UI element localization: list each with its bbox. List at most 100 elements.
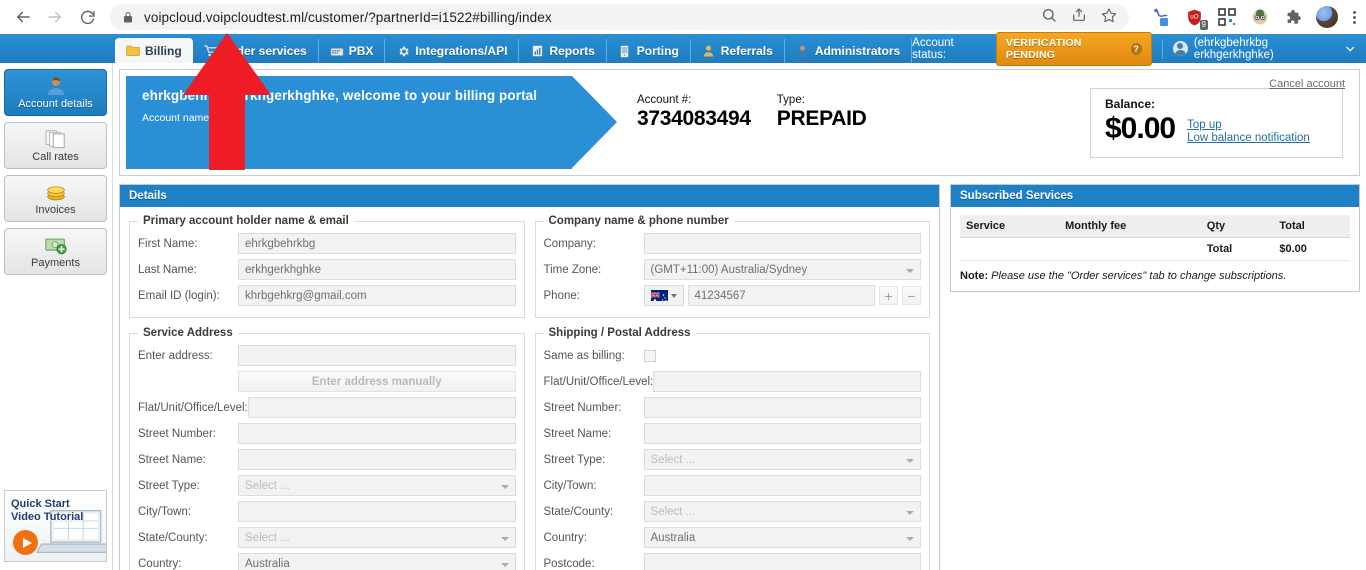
address-bar[interactable]: voipcloud.voipcloudtest.ml/customer/?par… xyxy=(110,4,1129,30)
search-icon[interactable] xyxy=(1041,7,1057,28)
email-field[interactable]: khrbgehkrg@gmail.com xyxy=(238,285,516,306)
kebab-menu-icon[interactable] xyxy=(1351,10,1358,24)
enter-address-manually-button[interactable]: Enter address manually xyxy=(238,371,516,392)
character-extension-icon[interactable] xyxy=(1250,7,1270,27)
ship-state-select[interactable]: Select ... xyxy=(643,501,921,522)
ship-flat-input[interactable] xyxy=(653,371,921,392)
add-phone-button[interactable]: + xyxy=(879,286,898,305)
panels-row: Details Primary account holder name & em… xyxy=(119,184,1360,570)
first-name-input[interactable]: ehrkgbehrkbg xyxy=(238,233,516,254)
svc-street-number-input[interactable] xyxy=(238,423,516,444)
status-badge[interactable]: VERIFICATION PENDING ? xyxy=(995,31,1152,66)
ship-street-number-label: Street Number: xyxy=(543,401,622,414)
phone-label: Phone: xyxy=(543,289,580,302)
tab-porting[interactable]: Porting xyxy=(607,39,691,63)
ship-street-type-select[interactable]: Select ... xyxy=(643,449,921,470)
reload-icon[interactable] xyxy=(72,2,102,32)
main-tabs: Billing Order services PBX Integrations/… xyxy=(115,34,913,63)
folder-icon xyxy=(126,44,140,57)
tab-administrators[interactable]: Administrators xyxy=(785,39,913,63)
ship-postcode-row: Postcode: xyxy=(543,552,921,570)
tab-referrals[interactable]: Referrals xyxy=(691,39,785,63)
play-button-icon[interactable] xyxy=(13,530,38,555)
cancel-account-link[interactable]: Cancel account xyxy=(1269,78,1345,90)
mobile-phone-icon xyxy=(618,44,632,58)
tab-billing[interactable]: Billing xyxy=(115,38,193,63)
url-text: voipcloud.voipcloudtest.ml/customer/?par… xyxy=(144,9,552,25)
col-service: Service xyxy=(960,215,1060,238)
tab-pbx-label: PBX xyxy=(348,44,374,58)
table-header-row: Service Monthly fee Qty Total xyxy=(960,215,1350,238)
details-panel-title: Details xyxy=(120,185,939,207)
svc-enter-address-row: Enter address: xyxy=(138,344,516,367)
remove-phone-button[interactable]: − xyxy=(902,286,921,305)
puzzle-extensions-icon[interactable] xyxy=(1283,7,1303,27)
svc-city-input[interactable] xyxy=(238,501,516,522)
svc-flat-input[interactable] xyxy=(247,397,516,418)
gold-coins-icon xyxy=(44,181,68,202)
ship-postcode-label: Postcode: xyxy=(543,557,595,570)
help-icon[interactable]: ? xyxy=(1130,42,1142,55)
qr-code-icon[interactable] xyxy=(1217,7,1237,27)
account-number-label: Account #: xyxy=(637,94,692,106)
balance-label: Balance: xyxy=(1105,97,1156,111)
company-input[interactable] xyxy=(643,233,921,254)
same-as-billing-checkbox[interactable] xyxy=(643,349,656,362)
svc-street-name-input[interactable] xyxy=(238,449,516,470)
app-top-nav: Billing Order services PBX Integrations/… xyxy=(0,31,1366,66)
star-icon[interactable] xyxy=(1101,7,1117,28)
shipping-address-fieldset: Shipping / Postal Address Same as billin… xyxy=(534,327,930,570)
report-document-icon xyxy=(530,45,544,58)
share-icon[interactable] xyxy=(1071,7,1087,28)
omnibox-actions xyxy=(1031,7,1117,28)
ship-street-name-input[interactable] xyxy=(643,423,921,444)
primary-holder-fieldset: Primary account holder name & email Firs… xyxy=(129,215,525,318)
phone-country-select[interactable] xyxy=(643,285,684,306)
svg-text:uO: uO xyxy=(1190,13,1199,20)
ship-state-label: State/County: xyxy=(543,505,614,518)
promo-line-1: Quick Start xyxy=(11,498,70,510)
col-total: Total xyxy=(1273,215,1350,238)
quick-start-video-tutorial[interactable]: Quick Start Video Tutorial xyxy=(4,490,107,562)
sidebar-item-account-details[interactable]: Account details xyxy=(4,69,107,116)
details-left-column: Primary account holder name & email Firs… xyxy=(129,215,525,570)
proxy-extension-icon[interactable] xyxy=(1151,7,1171,27)
sidebar-item-payments[interactable]: Payments xyxy=(4,228,107,275)
forward-arrow-icon[interactable] xyxy=(40,2,70,32)
nav-right-group: Account status: VERIFICATION PENDING ? (… xyxy=(912,31,1366,66)
back-arrow-icon[interactable] xyxy=(8,2,38,32)
sidebar-item-call-rates[interactable]: Call rates xyxy=(4,122,107,169)
last-name-label: Last Name: xyxy=(138,263,197,276)
details-columns: Primary account holder name & email Firs… xyxy=(129,215,930,570)
low-balance-notification-link[interactable]: Low balance notification xyxy=(1187,132,1310,144)
ship-street-name-label: Street Name: xyxy=(543,427,612,440)
tab-pbx[interactable]: PBX xyxy=(319,39,386,63)
phone-number-input[interactable]: 41234567 xyxy=(687,285,875,306)
ship-country-select[interactable]: Australia xyxy=(643,527,921,548)
ship-postcode-input[interactable] xyxy=(643,553,921,570)
avatar[interactable] xyxy=(1316,6,1338,28)
svc-enter-address-input[interactable] xyxy=(238,345,516,366)
shopping-cart-icon xyxy=(204,45,218,58)
ship-street-number-input[interactable] xyxy=(643,397,921,418)
top-up-link[interactable]: Top up xyxy=(1187,119,1310,131)
user-menu[interactable]: (ehrkgbehrkbg erkhgerkhghke) xyxy=(1172,37,1354,61)
svc-country-select[interactable]: Australia xyxy=(238,553,516,570)
ship-city-label: City/Town: xyxy=(543,479,597,492)
tab-order-services[interactable]: Order services xyxy=(193,39,319,63)
total-value: $0.00 xyxy=(1273,237,1350,261)
ship-city-input[interactable] xyxy=(643,475,921,496)
last-name-input[interactable]: erkhgerkhghke xyxy=(238,259,516,280)
tab-reports[interactable]: Reports xyxy=(519,39,607,63)
account-type-block: Type: PREPAID xyxy=(777,94,867,131)
svc-state-select[interactable]: Select ... xyxy=(238,527,516,548)
timezone-select[interactable]: (GMT+11:00) Australia/Sydney xyxy=(643,259,921,280)
primary-holder-legend: Primary account holder name & email xyxy=(143,215,349,227)
ublock-shield-icon[interactable]: uO 9 xyxy=(1184,7,1208,30)
sidebar-item-invoices[interactable]: Invoices xyxy=(4,175,107,222)
details-panel: Details Primary account holder name & em… xyxy=(119,184,940,570)
svc-street-type-select[interactable]: Select ... xyxy=(238,475,516,496)
tab-integrations-api[interactable]: Integrations/API xyxy=(385,39,520,63)
admin-person-icon xyxy=(796,45,810,58)
tab-administrators-label: Administrators xyxy=(814,44,901,58)
